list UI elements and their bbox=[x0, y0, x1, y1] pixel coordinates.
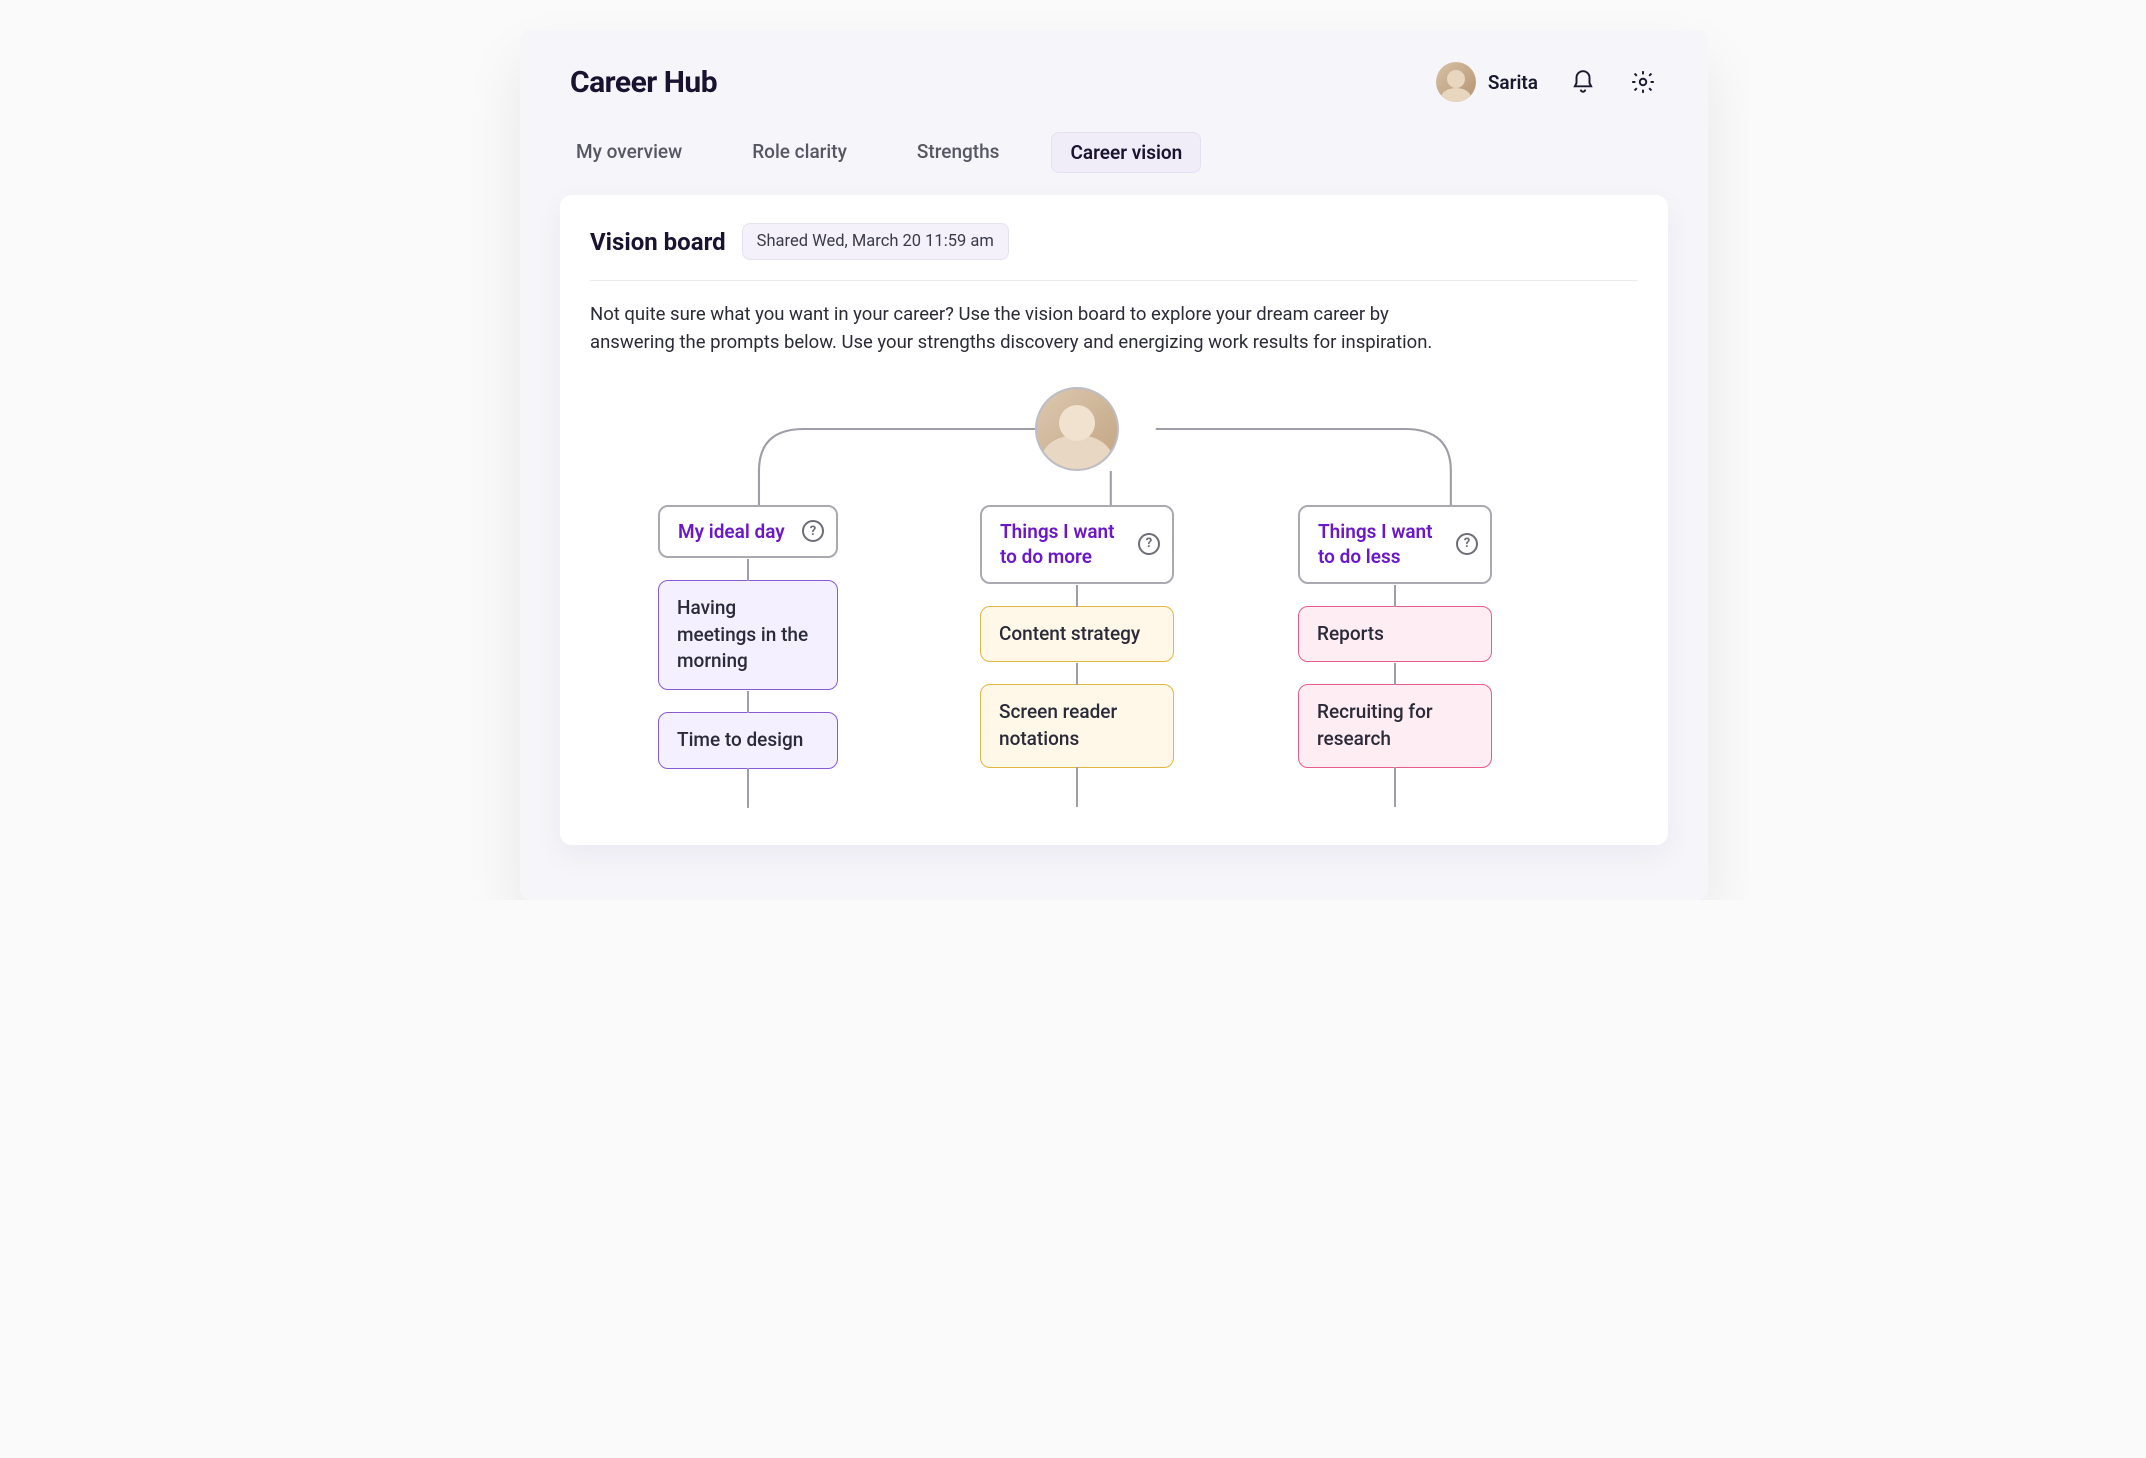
vision-board: My ideal day ? Having meetings in the mo… bbox=[590, 377, 1638, 846]
user-chip[interactable]: Sarita bbox=[1436, 62, 1538, 102]
header-right: Sarita bbox=[1436, 62, 1658, 102]
profile-avatar[interactable] bbox=[1035, 387, 1119, 471]
gear-icon[interactable] bbox=[1628, 67, 1658, 97]
node-title-do-more[interactable]: Things I want to do more ? bbox=[980, 505, 1174, 584]
node-title-do-less[interactable]: Things I want to do less ? bbox=[1298, 505, 1492, 584]
column-do-less: Things I want to do less ? Reports Recru… bbox=[1298, 505, 1492, 768]
tab-career-vision[interactable]: Career vision bbox=[1051, 132, 1201, 173]
node-item[interactable]: Reports bbox=[1298, 606, 1492, 663]
node-item[interactable]: Screen reader notations bbox=[980, 684, 1174, 767]
node-title-text: My ideal day bbox=[678, 520, 785, 543]
node-item[interactable]: Having meetings in the morning bbox=[658, 580, 838, 690]
shared-badge: Shared Wed, March 20 11:59 am bbox=[742, 223, 1009, 260]
node-item[interactable]: Content strategy bbox=[980, 606, 1174, 663]
node-title-ideal-day[interactable]: My ideal day ? bbox=[658, 505, 838, 559]
user-avatar bbox=[1436, 62, 1476, 102]
card-title: Vision board bbox=[590, 228, 726, 256]
node-item-text: Having meetings in the morning bbox=[677, 596, 808, 672]
node-item[interactable]: Time to design bbox=[658, 712, 838, 769]
app-header: Career Hub Sarita bbox=[560, 56, 1668, 106]
bell-icon[interactable] bbox=[1568, 67, 1598, 97]
column-do-more: Things I want to do more ? Content strat… bbox=[980, 505, 1174, 768]
node-item-text: Time to design bbox=[677, 728, 803, 751]
node-item-text: Screen reader notations bbox=[999, 700, 1117, 750]
node-item[interactable]: Recruiting for research bbox=[1298, 684, 1492, 767]
tab-my-overview[interactable]: My overview bbox=[576, 132, 700, 173]
node-item-text: Content strategy bbox=[999, 622, 1140, 645]
help-icon[interactable]: ? bbox=[1138, 533, 1160, 555]
card-header: Vision board Shared Wed, March 20 11:59 … bbox=[590, 223, 1638, 281]
tab-bar: My overview Role clarity Strengths Caree… bbox=[560, 106, 1668, 173]
column-ideal-day: My ideal day ? Having meetings in the mo… bbox=[658, 505, 838, 769]
help-icon[interactable]: ? bbox=[1456, 533, 1478, 555]
help-icon[interactable]: ? bbox=[802, 520, 824, 542]
user-name: Sarita bbox=[1488, 71, 1538, 94]
card-description: Not quite sure what you want in your car… bbox=[590, 281, 1470, 367]
vision-board-card: Vision board Shared Wed, March 20 11:59 … bbox=[560, 195, 1668, 845]
app-title: Career Hub bbox=[570, 65, 717, 100]
node-item-text: Recruiting for research bbox=[1317, 700, 1433, 750]
tab-strengths[interactable]: Strengths bbox=[899, 132, 1018, 173]
node-title-text: Things I want to do more bbox=[1000, 520, 1115, 569]
tab-role-clarity[interactable]: Role clarity bbox=[734, 132, 865, 173]
node-title-text: Things I want to do less bbox=[1318, 520, 1433, 569]
node-item-text: Reports bbox=[1317, 622, 1384, 645]
app-window: Career Hub Sarita My overview bbox=[520, 30, 1708, 900]
